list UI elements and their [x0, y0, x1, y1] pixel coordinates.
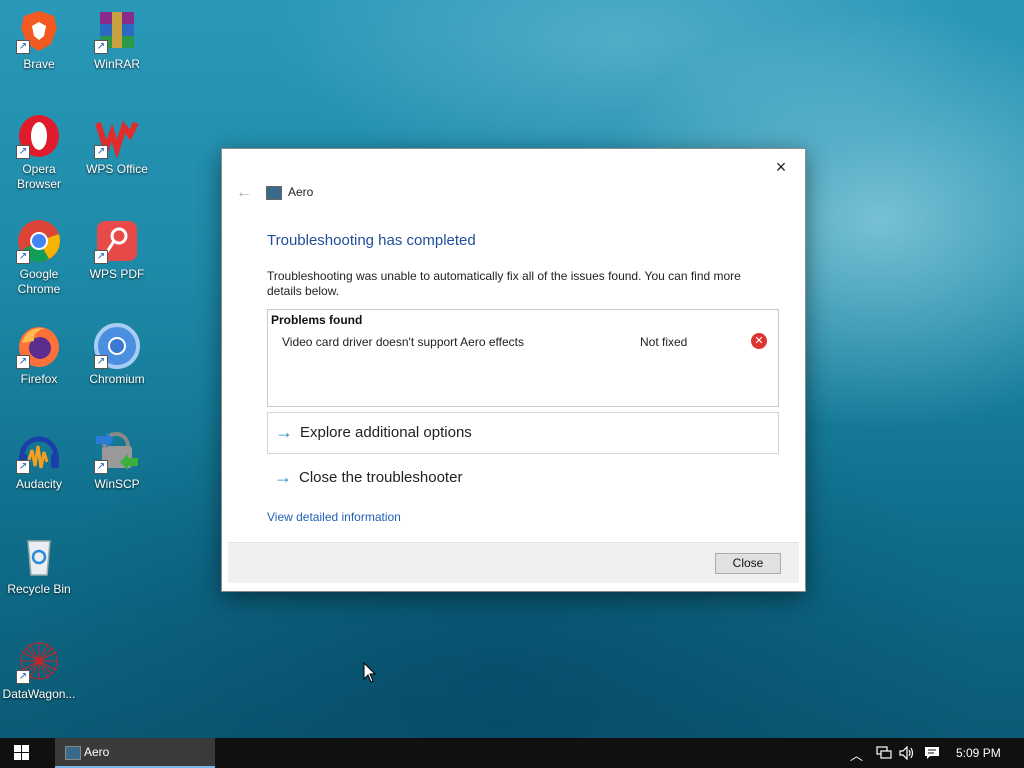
shortcut-arrow-icon: ↗	[94, 145, 108, 159]
volume-icon[interactable]	[899, 746, 915, 760]
desktop-icon-recycle-bin[interactable]: Recycle Bin	[0, 533, 78, 597]
firefox-icon: ↗	[16, 323, 62, 369]
option-label: Close the troubleshooter	[299, 469, 463, 486]
opera-icon: ↗	[16, 113, 62, 159]
shortcut-arrow-icon: ↗	[16, 250, 30, 264]
desktop-icon-firefox[interactable]: ↗ Firefox	[0, 323, 78, 387]
desktop-icon-label: Audacity	[15, 477, 63, 491]
desktop-icon-datawagon[interactable]: ↗ DataWagon...	[0, 638, 78, 702]
close-button[interactable]: Close	[715, 553, 781, 574]
taskbar-clock[interactable]: 5:09 PM	[956, 746, 1001, 760]
wps-office-icon: ↗	[94, 113, 140, 159]
audacity-icon: ↗	[16, 428, 62, 474]
problem-item-status: Not fixed	[640, 335, 688, 349]
dialog-footer: Close	[228, 542, 799, 583]
dialog-title: Aero	[288, 185, 314, 199]
shortcut-arrow-icon: ↗	[16, 670, 30, 684]
desktop-icon-wps-pdf[interactable]: ↗ WPS PDF	[78, 218, 156, 282]
error-icon: ✕	[751, 333, 767, 349]
shortcut-arrow-icon: ↗	[94, 250, 108, 264]
troubleshooter-app-icon	[266, 186, 282, 200]
network-icon[interactable]	[876, 746, 892, 760]
desktop-icon-opera[interactable]: ↗ Opera Browser	[0, 113, 78, 192]
right-arrow-icon: →	[274, 467, 292, 487]
problems-found-panel: Problems found Video card driver doesn't…	[267, 309, 779, 407]
taskbar: Aero ︿ 5:09 PM	[0, 738, 1024, 768]
winrar-icon: ↗	[94, 8, 140, 54]
desktop-icon-brave[interactable]: ↗ Brave	[0, 8, 78, 72]
desktop-icon-label: Firefox	[20, 372, 58, 386]
shortcut-arrow-icon: ↗	[16, 40, 30, 54]
desktop-icon-winrar[interactable]: ↗ WinRAR	[78, 8, 156, 72]
wps-pdf-icon: ↗	[94, 218, 140, 264]
page-description: Troubleshooting was unable to automatica…	[267, 269, 741, 298]
desktop-icon-label: Google Chrome	[17, 267, 61, 296]
desktop-icon-winscp[interactable]: ↗ WinSCP	[78, 428, 156, 492]
desktop-icon-label: WPS Office	[86, 162, 148, 176]
problem-item-text: Video card driver doesn't support Aero e…	[282, 335, 524, 349]
desktop-icon-label: WinRAR	[93, 57, 140, 71]
shortcut-arrow-icon: ↗	[94, 460, 108, 474]
desktop-icon-audacity[interactable]: ↗ Audacity	[0, 428, 78, 492]
shortcut-arrow-icon: ↗	[16, 145, 30, 159]
brave-icon: ↗	[16, 8, 62, 54]
desktop-icon-label: WPS PDF	[89, 267, 145, 281]
page-heading: Troubleshooting has completed	[267, 232, 476, 249]
close-troubleshooter-button[interactable]: → Close the troubleshooter	[267, 458, 777, 498]
desktop-icon-label: Opera Browser	[16, 162, 61, 191]
shortcut-arrow-icon: ↗	[94, 355, 108, 369]
desktop-icon-label: DataWagon...	[2, 687, 76, 701]
desktop-icon-chromium[interactable]: ↗ Chromium	[78, 323, 156, 387]
chrome-icon: ↗	[16, 218, 62, 264]
back-arrow-icon[interactable]: ←	[236, 184, 252, 202]
desktop-icon-wps-office[interactable]: ↗ WPS Office	[78, 113, 156, 177]
shortcut-arrow-icon: ↗	[16, 355, 30, 369]
right-arrow-icon: →	[275, 422, 293, 442]
close-icon[interactable]: ×	[769, 155, 793, 179]
start-button[interactable]	[14, 745, 30, 761]
winscp-icon: ↗	[94, 428, 140, 474]
troubleshooter-app-icon	[65, 746, 81, 760]
datawagon-icon: ↗	[16, 638, 62, 684]
explore-additional-options-button[interactable]: → Explore additional options	[267, 412, 779, 454]
taskbar-item-label: Aero	[84, 745, 110, 759]
problems-found-title: Problems found	[271, 313, 363, 327]
chevron-up-icon[interactable]: ︿	[850, 745, 863, 764]
taskbar-item-aero[interactable]: Aero	[55, 738, 215, 768]
desktop-icon-label: Recycle Bin	[7, 582, 71, 596]
recycle-bin-icon	[16, 533, 62, 579]
desktop-icon-chrome[interactable]: ↗ Google Chrome	[0, 218, 78, 297]
troubleshooter-dialog: × ← Aero Troubleshooting has completed T…	[221, 148, 806, 592]
chromium-icon: ↗	[94, 323, 140, 369]
windows-logo-icon	[14, 745, 21, 752]
desktop-icon-label: WinSCP	[94, 477, 140, 491]
shortcut-arrow-icon: ↗	[94, 40, 108, 54]
view-detailed-information-link[interactable]: View detailed information	[267, 510, 401, 524]
option-label: Explore additional options	[300, 424, 472, 441]
shortcut-arrow-icon: ↗	[16, 460, 30, 474]
desktop-icon-label: Chromium	[89, 372, 145, 386]
notification-icon[interactable]	[924, 746, 940, 760]
mouse-cursor-icon	[363, 662, 377, 683]
desktop-icon-label: Brave	[23, 57, 55, 71]
